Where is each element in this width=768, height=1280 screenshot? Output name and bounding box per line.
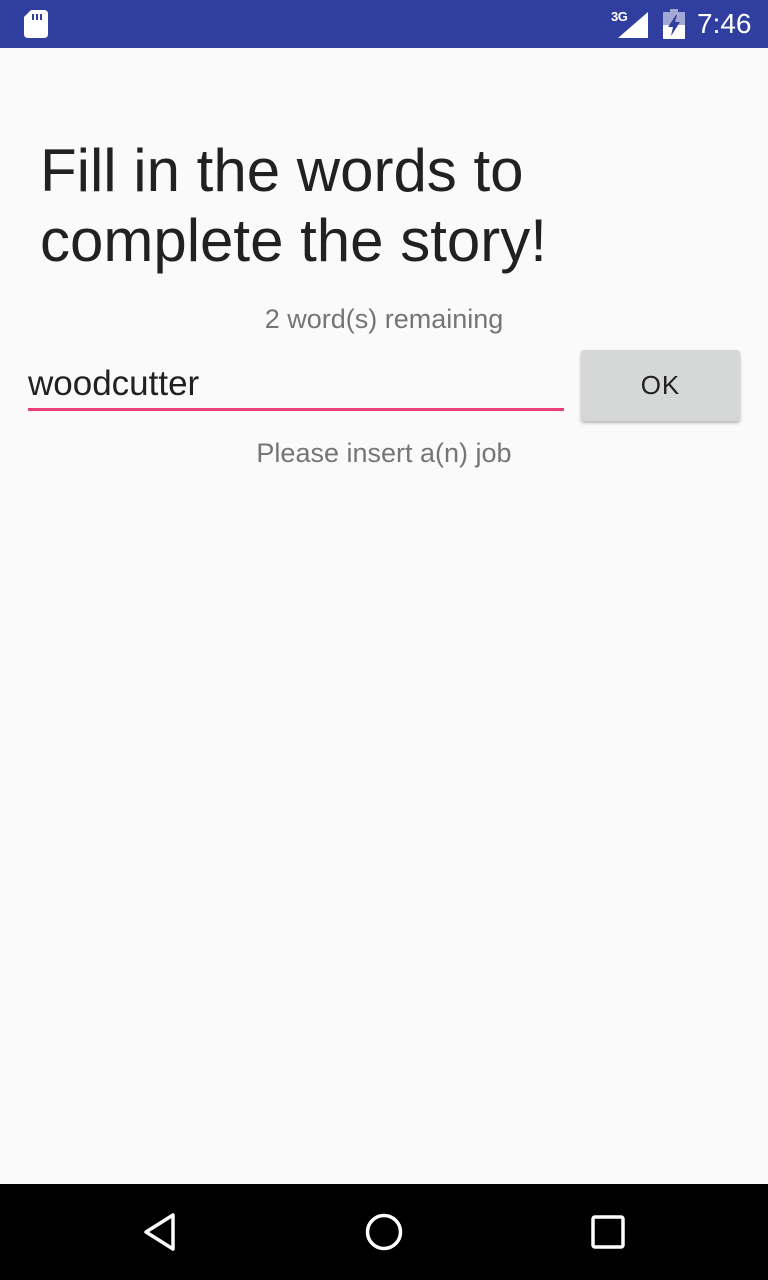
- signal-icon: [618, 12, 648, 38]
- navigation-bar: [0, 1184, 768, 1280]
- page-title: Fill in the words to complete the story!: [40, 137, 547, 274]
- word-input[interactable]: [28, 360, 564, 411]
- sd-card-icon: [24, 10, 48, 38]
- home-icon: [365, 1213, 403, 1251]
- ok-button[interactable]: OK: [581, 350, 740, 421]
- words-remaining-label: 2 word(s) remaining: [264, 304, 504, 334]
- recents-button[interactable]: [580, 1204, 636, 1260]
- back-button[interactable]: [132, 1204, 188, 1260]
- battery-charging-icon: [663, 9, 685, 39]
- status-bar: 3G 7:46: [0, 0, 768, 48]
- back-icon: [144, 1213, 175, 1251]
- recents-icon: [591, 1215, 625, 1249]
- home-button[interactable]: [356, 1204, 412, 1260]
- clock: 7:46: [697, 8, 752, 39]
- word-type-hint: Please insert a(n) job: [256, 438, 512, 468]
